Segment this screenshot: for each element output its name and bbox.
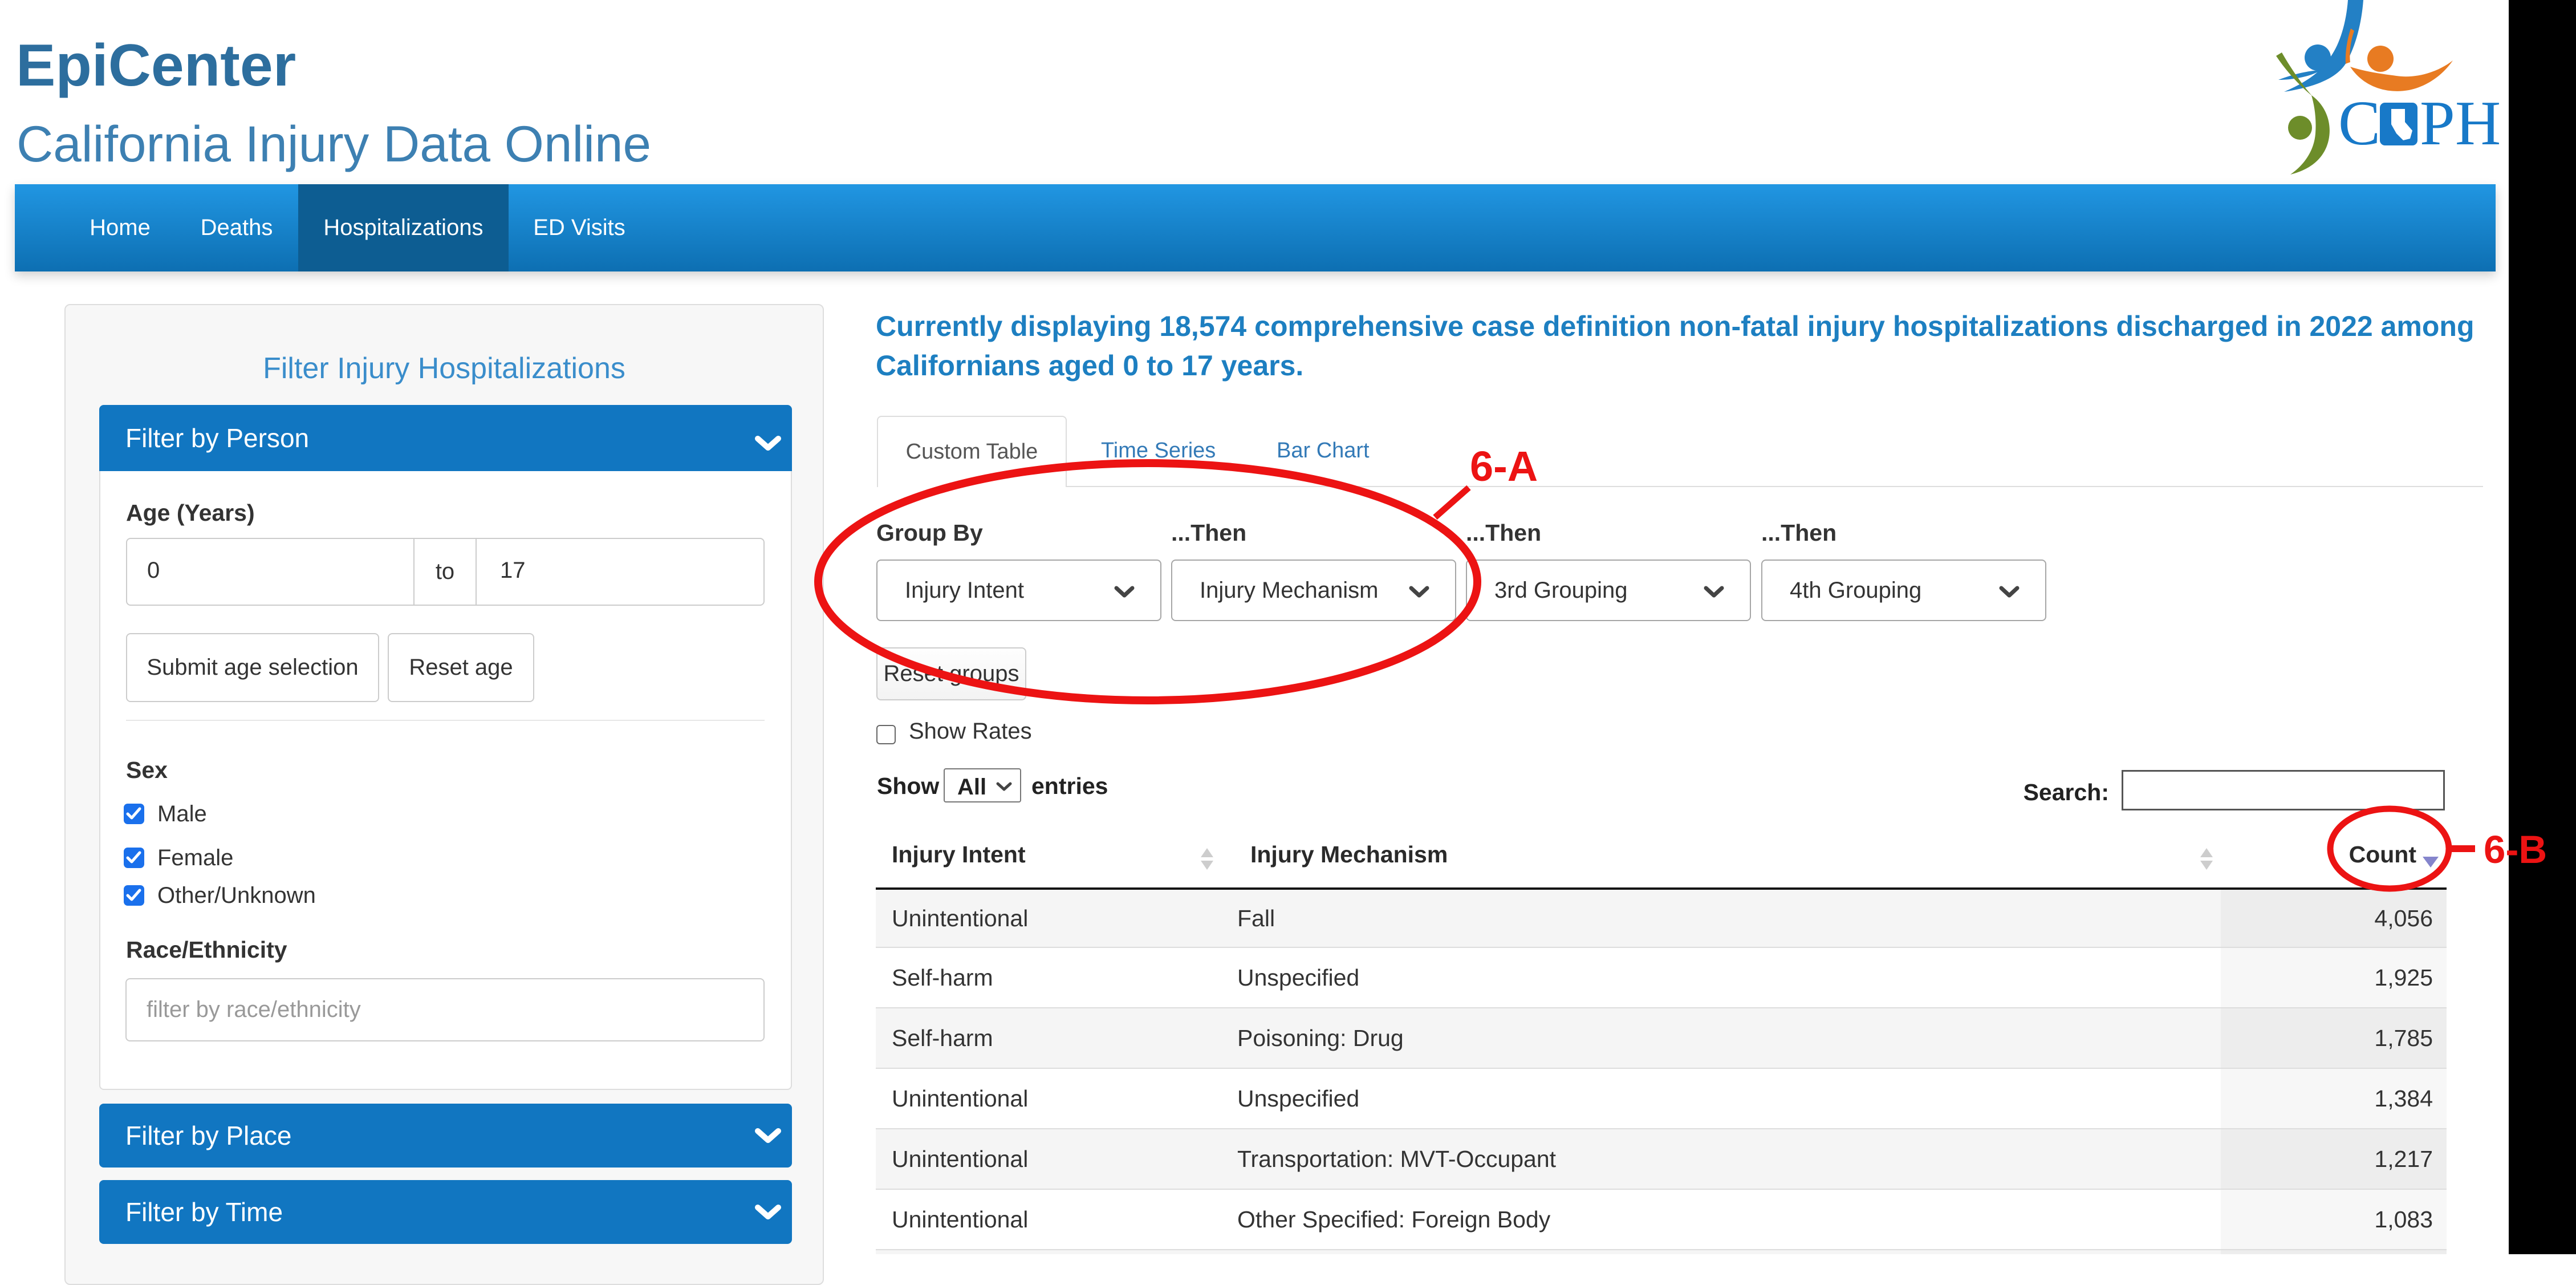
svg-text:C: C [2338, 88, 2380, 159]
svg-text:P: P [2420, 88, 2455, 159]
svg-text:6-A: 6-A [1470, 443, 1538, 490]
svg-text:H: H [2455, 88, 2501, 159]
